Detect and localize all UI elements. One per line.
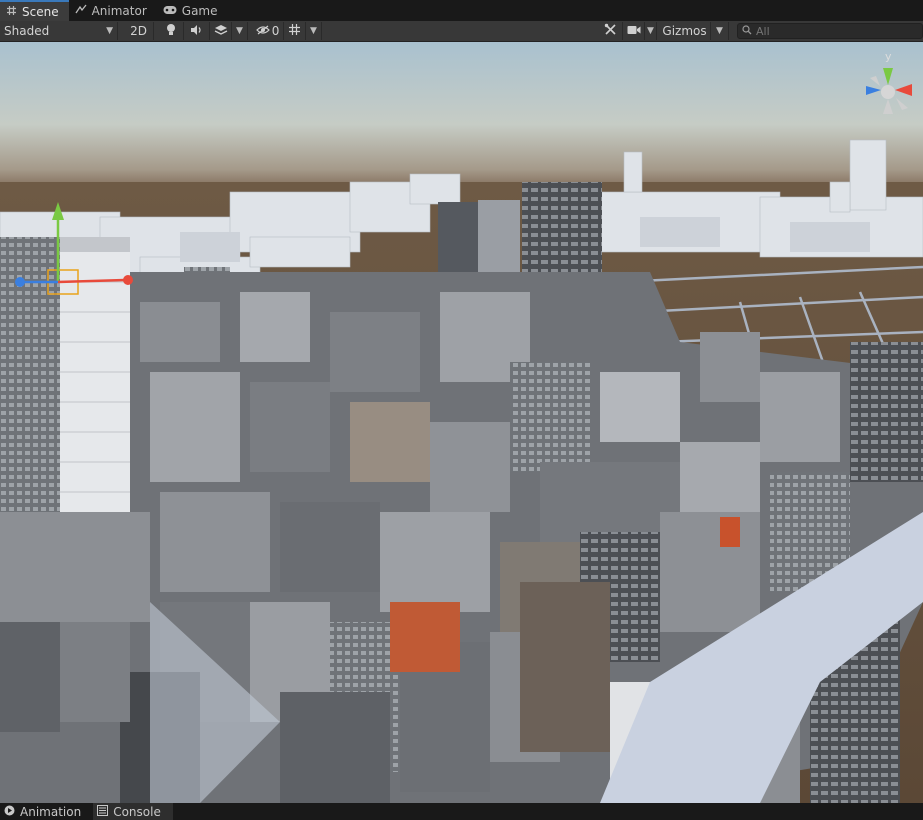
scene-viewport[interactable]: y <box>0 42 923 803</box>
tab-label: Game <box>181 3 218 18</box>
orientation-y-label: y <box>885 50 892 63</box>
tools-button[interactable] <box>599 22 623 40</box>
search-input[interactable] <box>756 24 906 38</box>
tab-animator[interactable]: Animator <box>69 0 157 21</box>
layers-effects-icon <box>214 24 228 39</box>
tab-label: Animator <box>91 3 147 18</box>
tab-scene[interactable]: Scene <box>0 0 69 21</box>
grid-dropdown[interactable]: ▼ <box>306 22 322 40</box>
caret-down-icon: ▼ <box>716 26 723 36</box>
lightbulb-icon <box>165 23 177 39</box>
animator-icon <box>75 4 87 18</box>
draw-mode-dropdown[interactable]: Shaded ▼ <box>0 22 118 40</box>
tab-console[interactable]: Console <box>93 803 173 820</box>
draw-mode-value: Shaded <box>4 24 50 38</box>
gizmos-label: Gizmos <box>662 24 707 38</box>
mode-2d-toggle[interactable]: 2D <box>124 22 154 40</box>
camera-dropdown[interactable]: ▼ <box>645 22 657 40</box>
effects-dropdown[interactable]: ▼ <box>232 22 248 40</box>
console-icon <box>97 804 109 819</box>
hidden-eye-icon <box>255 24 270 38</box>
lighting-toggle[interactable] <box>158 22 184 40</box>
play-icon <box>4 805 15 819</box>
tab-label: Scene <box>22 4 59 19</box>
mode-2d-label: 2D <box>130 24 147 38</box>
tab-label: Animation <box>20 804 82 819</box>
tools-icon <box>604 23 617 39</box>
gizmos-dropdown[interactable]: ▼ <box>711 22 729 40</box>
caret-down-icon: ▼ <box>647 26 654 36</box>
grid-toggle[interactable] <box>284 22 306 40</box>
camera-settings-button[interactable] <box>623 22 645 40</box>
caret-down-icon: ▼ <box>106 26 113 36</box>
search-field[interactable] <box>737 23 923 39</box>
bottom-tab-bar: Animation Console <box>0 803 923 820</box>
tab-animation[interactable]: Animation <box>0 803 93 820</box>
speaker-icon <box>190 24 203 39</box>
scene-visibility-toggle[interactable]: 0 <box>252 22 284 40</box>
grid-snap-icon <box>288 23 301 39</box>
gizmos-button[interactable]: Gizmos <box>659 22 711 40</box>
toolbar-right-group: ▼ Gizmos ▼ <box>599 22 923 40</box>
camera-icon <box>627 24 641 38</box>
caret-down-icon: ▼ <box>236 26 243 36</box>
caret-down-icon: ▼ <box>310 26 317 36</box>
tab-game[interactable]: Game <box>157 0 228 21</box>
search-icon <box>742 24 752 38</box>
grid-icon <box>6 5 17 19</box>
hidden-count: 0 <box>271 24 280 38</box>
audio-toggle[interactable] <box>184 22 210 40</box>
tab-label: Console <box>113 804 161 819</box>
effects-toggle[interactable] <box>210 22 232 40</box>
city-scene-render <box>0 42 923 803</box>
orientation-gizmo[interactable]: y <box>856 50 922 120</box>
window-tab-bar: Scene Animator Game <box>0 0 923 21</box>
scene-toolbar: Shaded ▼ 2D ▼ 0 ▼ ▼ Gizmos ▼ All <box>0 21 923 42</box>
gamepad-icon <box>163 4 177 18</box>
